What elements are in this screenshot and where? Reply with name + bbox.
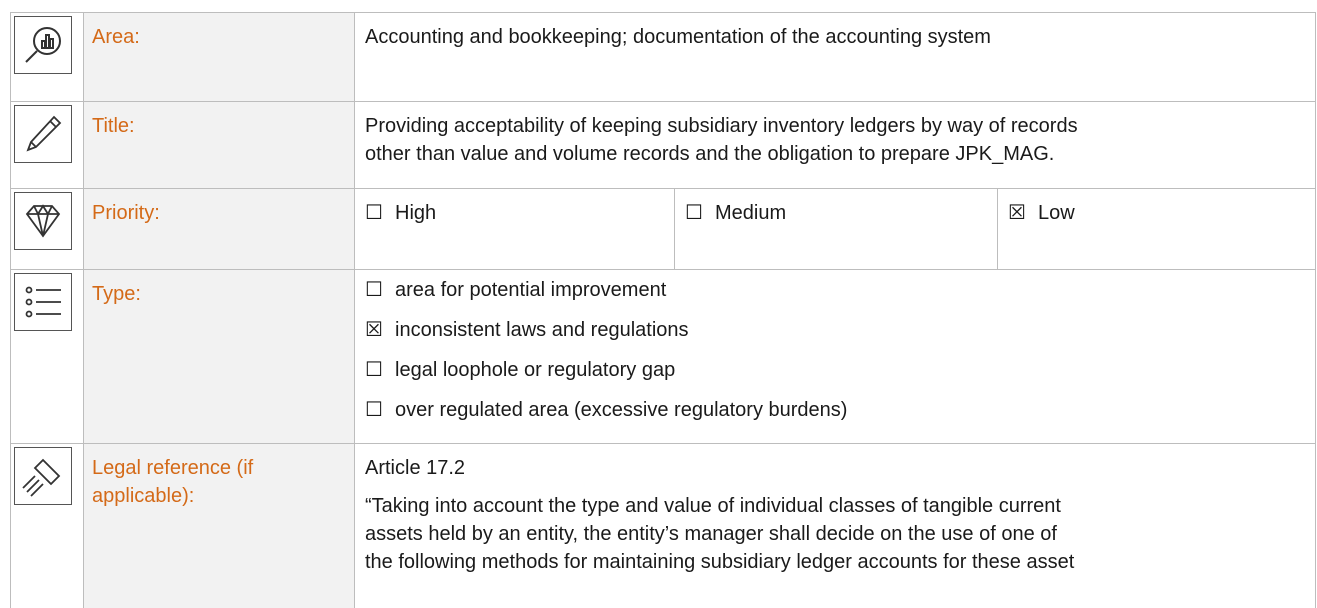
legal-icon-cell [10,443,84,608]
priority-medium-text: Medium [715,202,787,224]
legal-text: Article 17.2 “Taking into account the ty… [355,444,1315,576]
type-inconsistent-text: inconsistent laws and regulations [395,319,689,341]
title-content-cell: Providing acceptability of keeping subsi… [354,101,1316,189]
legal-article: Article 17.2 [365,457,466,479]
priority-medium-checkbox[interactable]: ☐ [685,199,715,227]
type-loophole-text: legal loophole or regulatory gap [395,359,676,381]
priority-high-checkbox[interactable]: ☐ [365,199,395,227]
priority-low-checkbox[interactable]: ☒ [1008,199,1038,227]
legal-label-cell: Legal reference (if applicable): [83,443,355,608]
type-content-cell: ☐ area for potential improvement ☒ inconsi… [354,269,1316,444]
type-icon-cell [10,269,84,444]
priority-option-medium[interactable]: ☐ Medium [675,189,998,269]
pencil-icon [14,105,72,163]
proposal-form-table: Area: Accounting and bookkeeping; docume… [10,12,1316,608]
priority-row: Priority: ☐ High ☐ Medium ☒ Low [10,188,1316,270]
legal-label-line-1: Legal reference (if [92,457,254,479]
legal-quote-line-1: “Taking into account the type and value … [365,495,1061,517]
priority-icon-cell [10,188,84,270]
type-loophole-checkbox[interactable]: ☐ [365,356,395,384]
type-option-overregulated[interactable]: ☐ over regulated area (excessive regulato… [365,396,1315,436]
priority-label-cell: Priority: [83,188,355,270]
type-option-inconsistent[interactable]: ☒ inconsistent laws and regulations [365,316,1315,356]
type-improvement-text: area for potential improvement [395,279,667,301]
list-icon [14,273,72,331]
type-option-loophole[interactable]: ☐ legal loophole or regulatory gap [365,356,1315,396]
diamond-icon [14,192,72,250]
title-icon-cell [10,101,84,189]
area-text: Accounting and bookkeeping; documentatio… [365,26,991,48]
area-content-cell: Accounting and bookkeeping; documentatio… [354,12,1316,102]
title-label-cell: Title: [83,101,355,189]
type-overregulated-checkbox[interactable]: ☐ [365,396,395,424]
legal-content-cell: Article 17.2 “Taking into account the ty… [354,443,1316,608]
legal-quote-line-2: assets held by an entity, the entity’s m… [365,523,1057,545]
priority-content-cell: ☐ High ☐ Medium ☒ Low [354,188,1316,270]
type-label: Type: [92,283,141,305]
type-overregulated-text: over regulated area (excessive regulator… [395,399,848,421]
title-label: Title: [92,115,135,137]
title-row: Title: Providing acceptability of keepin… [10,101,1316,189]
document-page: Area: Accounting and bookkeeping; docume… [0,0,1317,608]
title-text: Providing acceptability of keeping subsi… [355,102,1315,168]
type-label-cell: Type: [83,269,355,444]
type-row: Type: ☐ area for potential improvement ☒ i… [10,269,1316,444]
legal-quote-line-3: the following methods for maintaining su… [365,551,1075,573]
title-line-2: other than value and volume records and … [365,143,1055,165]
legal-label-line-2: applicable): [92,485,195,507]
title-line-1: Providing acceptability of keeping subsi… [365,115,1078,137]
type-option-improvement[interactable]: ☐ area for potential improvement [365,276,1315,316]
type-options: ☐ area for potential improvement ☒ inconsi… [355,270,1315,436]
area-icon-cell [10,12,84,102]
priority-option-low[interactable]: ☒ Low [998,189,1315,269]
priority-options: ☐ High ☐ Medium ☒ Low [355,189,1315,269]
type-inconsistent-checkbox[interactable]: ☒ [365,316,395,344]
legal-label: Legal reference (if applicable): [84,444,354,510]
type-improvement-checkbox[interactable]: ☐ [365,276,395,304]
priority-option-high[interactable]: ☐ High [355,189,675,269]
area-label-cell: Area: [83,12,355,102]
area-row: Area: Accounting and bookkeeping; docume… [10,12,1316,102]
priority-label: Priority: [92,202,160,224]
priority-low-text: Low [1038,202,1075,224]
area-label: Area: [92,26,140,48]
gavel-icon [14,447,72,505]
priority-high-text: High [395,202,437,224]
magnifier-chart-icon [14,16,72,74]
legal-row: Legal reference (if applicable): Article… [10,443,1316,608]
